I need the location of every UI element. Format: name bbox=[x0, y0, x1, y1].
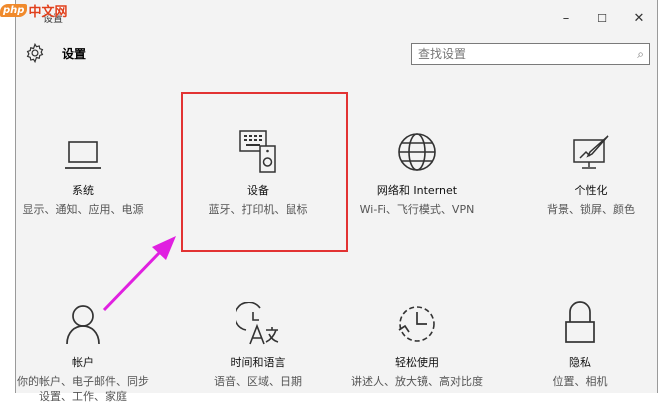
annotation-arrow-icon bbox=[102, 236, 176, 312]
